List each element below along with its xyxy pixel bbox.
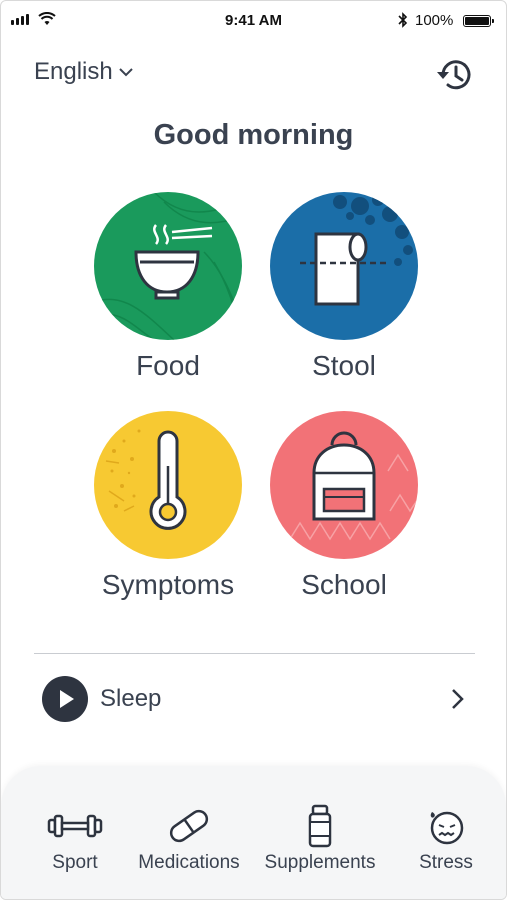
dumbbell-icon xyxy=(47,814,103,838)
tile-food-label: Food xyxy=(136,350,200,381)
nav-supplements-label: Supplements xyxy=(264,852,376,873)
nav-medications-label: Medications xyxy=(138,852,240,873)
battery-icon xyxy=(463,15,494,27)
nav-supplements[interactable]: Supplements xyxy=(259,802,381,874)
tile-stool-label: Stool xyxy=(312,350,376,381)
bottle-icon xyxy=(308,804,332,848)
history-icon[interactable] xyxy=(434,55,474,95)
bowl-icon xyxy=(94,192,242,340)
chevron-right-icon xyxy=(452,689,464,709)
chevron-down-icon xyxy=(119,67,133,76)
pill-icon xyxy=(169,809,209,843)
bluetooth-icon xyxy=(398,12,408,28)
tile-symptoms[interactable]: Symptoms xyxy=(93,411,243,601)
school-circle xyxy=(270,411,418,559)
greeting-title: Good morning xyxy=(153,119,354,151)
nav-stress-label: Stress xyxy=(419,852,473,873)
backpack-icon xyxy=(289,431,418,541)
nav-sport[interactable]: Sport xyxy=(43,802,107,874)
stool-circle xyxy=(270,192,418,340)
nav-medications[interactable]: Medications xyxy=(133,802,245,874)
app-screen: 9:41 AM 100% English Good morning Food S… xyxy=(0,0,507,900)
tile-symptoms-label: Symptoms xyxy=(101,569,235,600)
nav-stress[interactable]: Stress xyxy=(413,802,479,874)
play-icon xyxy=(42,676,88,722)
nav-sport-label: Sport xyxy=(52,852,98,873)
tile-stool[interactable]: Stool xyxy=(269,192,419,382)
status-bar: 9:41 AM 100% xyxy=(1,1,506,41)
tile-school-label: School xyxy=(301,569,387,600)
battery-percent: 100% xyxy=(415,12,454,29)
language-label: English xyxy=(34,58,113,85)
sleep-row[interactable]: Sleep xyxy=(34,671,473,727)
toilet-paper-icon xyxy=(300,194,413,306)
symptoms-circle xyxy=(94,411,242,559)
bottom-nav: Sport Medications Supplements Stress xyxy=(1,766,506,899)
language-selector[interactable]: English xyxy=(34,58,133,86)
tile-food[interactable]: Food xyxy=(93,192,243,382)
food-circle xyxy=(94,192,242,340)
divider xyxy=(34,653,475,654)
thermometer-icon xyxy=(105,429,187,530)
tile-school[interactable]: School xyxy=(269,411,419,601)
stressed-face-icon xyxy=(430,811,464,845)
sleep-label: Sleep xyxy=(100,685,162,712)
